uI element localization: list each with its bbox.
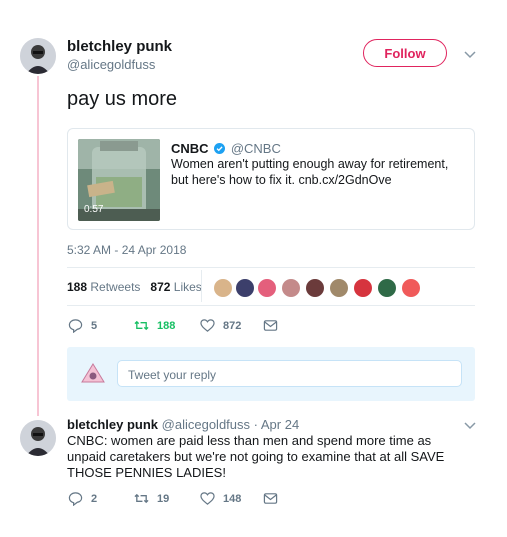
quoted-text: Women aren't putting enough away for ret…	[171, 157, 449, 187]
author-name[interactable]: bletchley punk	[67, 417, 158, 432]
avatar[interactable]	[20, 38, 56, 74]
stats-separator	[201, 270, 202, 302]
reply-icon	[68, 319, 83, 333]
liker-avatar[interactable]	[214, 279, 232, 297]
reply-button[interactable]: 5	[68, 318, 97, 333]
like-button[interactable]: 148	[200, 491, 241, 506]
heart-icon	[200, 492, 215, 505]
reply-tweet-header: bletchley punk @alicegoldfuss · Apr 24	[67, 417, 299, 432]
reply-input[interactable]: Tweet your reply	[117, 360, 462, 387]
retweets-stat[interactable]: 188 Retweets	[67, 280, 140, 294]
reply-tweet-text: CNBC: women are paid less than men and s…	[67, 433, 445, 480]
user-avatar	[79, 360, 107, 388]
heart-icon	[200, 319, 215, 332]
retweet-icon	[134, 493, 149, 504]
verified-badge-icon	[214, 143, 226, 154]
liker-avatar[interactable]	[354, 279, 372, 297]
liker-avatar[interactable]	[282, 279, 300, 297]
liker-avatar[interactable]	[236, 279, 254, 297]
retweet-button[interactable]: 19	[134, 491, 169, 506]
retweet-icon	[134, 320, 149, 331]
video-thumbnail[interactable]: 0:57	[78, 139, 160, 221]
tweet-text: pay us more	[67, 88, 178, 110]
author-handle[interactable]: @alicegoldfuss	[162, 417, 250, 432]
divider	[67, 305, 475, 306]
video-duration: 0:57	[84, 204, 104, 215]
follow-button[interactable]: Follow	[363, 39, 447, 67]
tweet-date[interactable]: Apr 24	[261, 417, 299, 432]
separator-dot: ·	[253, 417, 258, 432]
divider	[67, 267, 475, 268]
quoted-tweet-card[interactable]: 0:57 CNBC @CNBC Women aren't putting eno…	[67, 128, 475, 230]
reply-button[interactable]: 2	[68, 491, 97, 506]
liker-avatar[interactable]	[402, 279, 420, 297]
mail-icon	[263, 493, 278, 504]
liker-avatar[interactable]	[378, 279, 396, 297]
chevron-down-icon[interactable]	[463, 47, 477, 61]
like-button[interactable]: 872	[200, 318, 241, 333]
liker-avatar[interactable]	[330, 279, 348, 297]
direct-message-button[interactable]	[263, 318, 286, 333]
tweet-timestamp[interactable]: 5:32 AM - 24 Apr 2018	[67, 243, 186, 257]
retweet-button[interactable]: 188	[134, 318, 175, 333]
likes-stat[interactable]: 872 Likes	[150, 280, 201, 294]
reply-icon	[68, 492, 83, 506]
liker-avatar[interactable]	[258, 279, 276, 297]
author-handle[interactable]: @alicegoldfuss	[67, 57, 155, 72]
mail-icon	[263, 320, 278, 331]
direct-message-button[interactable]	[263, 491, 286, 506]
quoted-header: CNBC @CNBC	[171, 141, 281, 156]
quoted-author-handle[interactable]: @CNBC	[231, 141, 281, 156]
quoted-author-name[interactable]: CNBC	[171, 141, 209, 156]
thread-line	[37, 76, 39, 416]
avatar[interactable]	[20, 420, 56, 456]
engagement-stats: 188 Retweets 872 Likes	[67, 280, 202, 294]
author-name[interactable]: bletchley punk	[67, 38, 172, 55]
liker-avatar[interactable]	[306, 279, 324, 297]
chevron-down-icon[interactable]	[463, 418, 477, 432]
